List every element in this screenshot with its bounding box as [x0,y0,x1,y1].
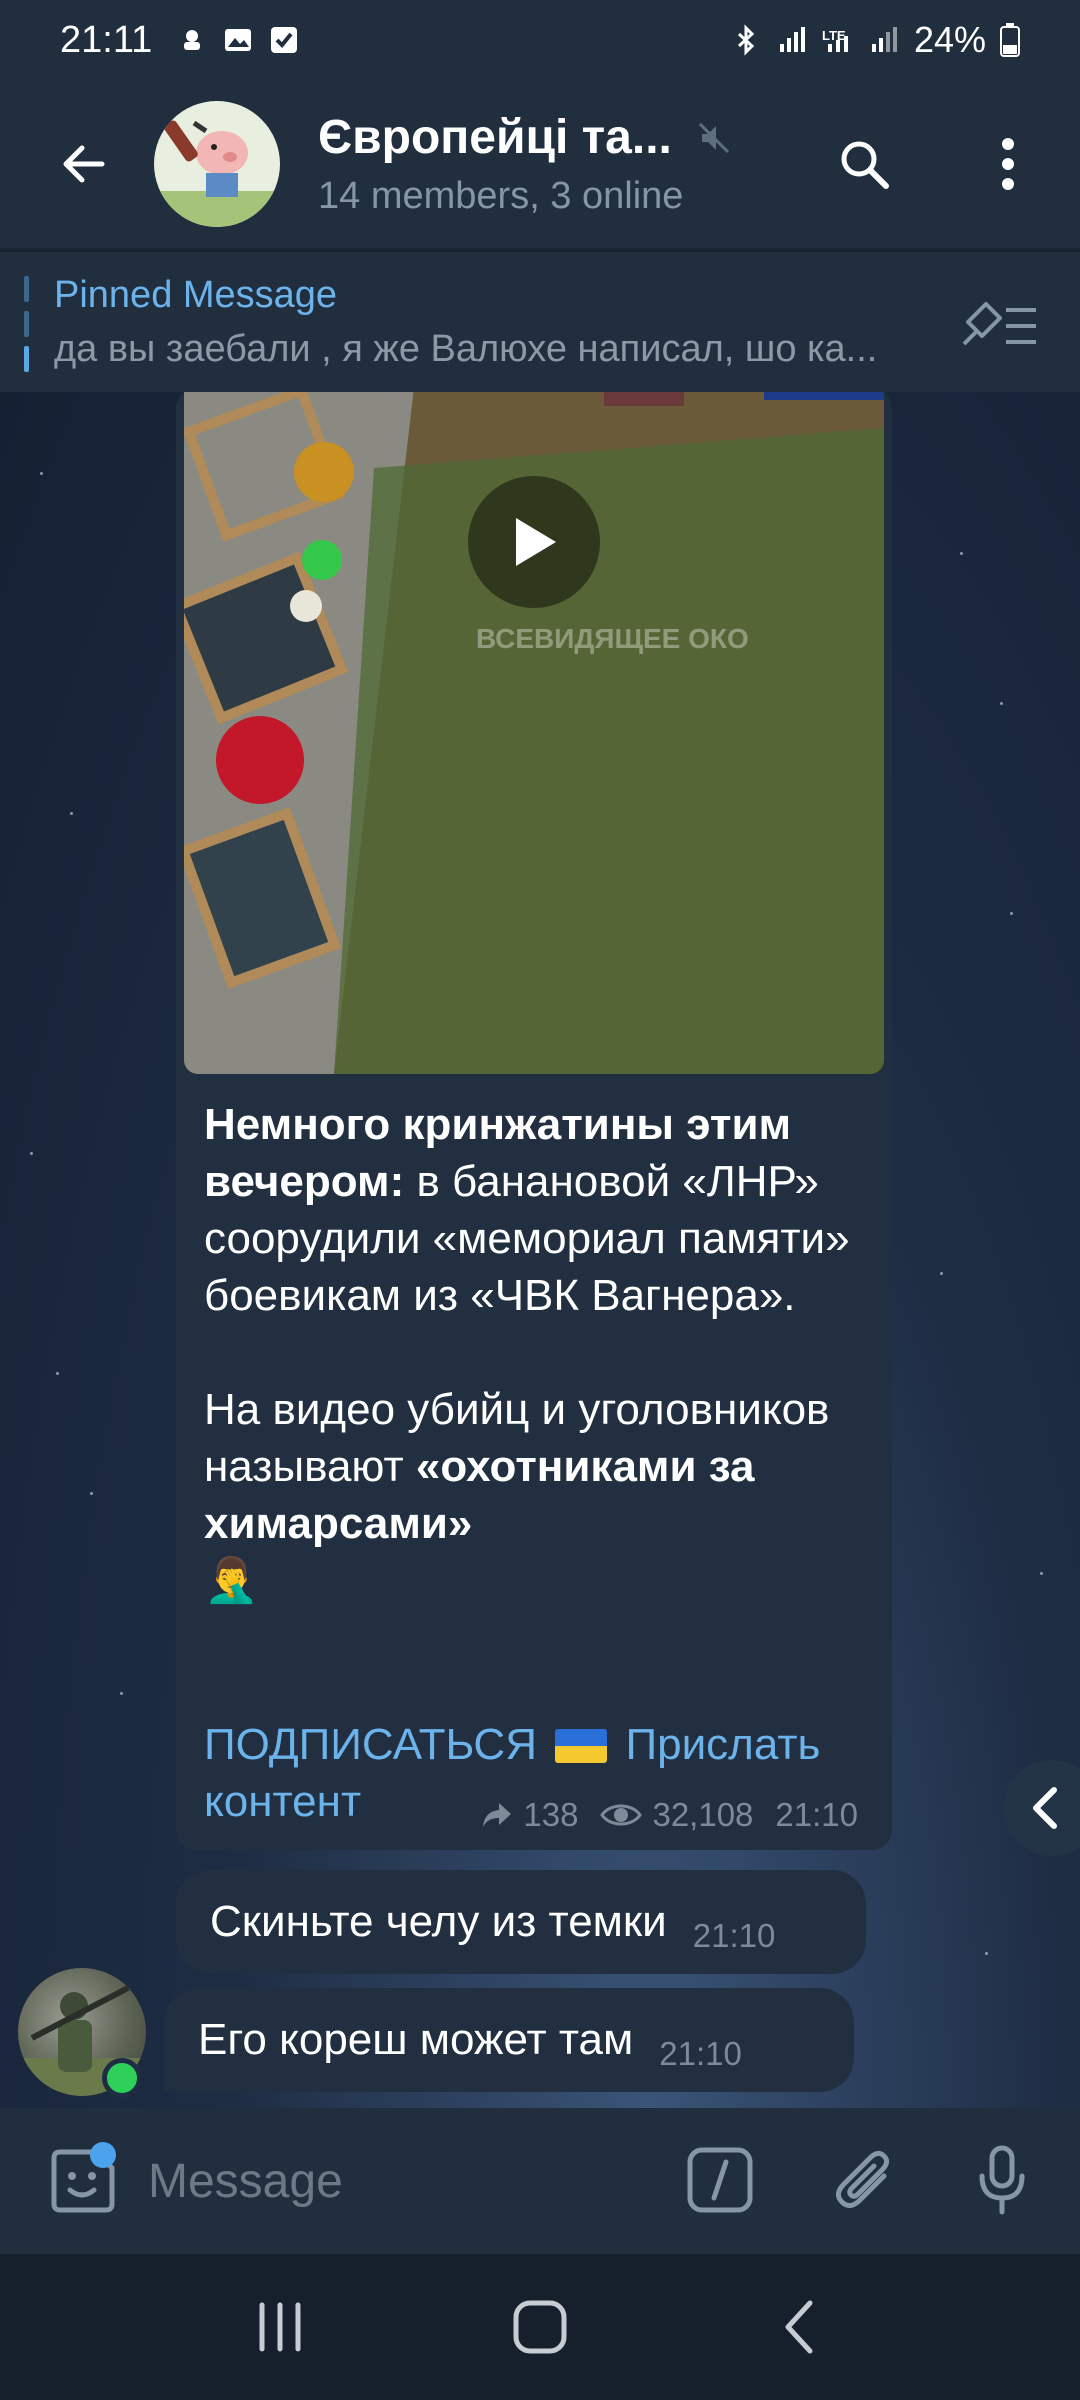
post-text: Немного кринжатины этим вечером: в банан… [204,1096,874,1609]
post-meta: 138 32,108 21:10 [481,1796,858,1834]
system-navigation-bar [0,2254,1080,2400]
svg-text:LTE: LTE [822,28,846,43]
microphone-icon [979,2145,1025,2215]
facepalm-emoji: 🤦‍♂️ [204,1556,259,1605]
chevron-left-icon [785,2300,813,2354]
system-indicators: LTE 24% [730,19,1020,61]
message-input-bar [0,2108,1080,2254]
voice-message-button[interactable] [962,2140,1042,2220]
scroll-side-button[interactable] [1004,1760,1080,1856]
chat-header: Європейці та... 14 members, 3 online [0,80,1080,248]
chat-subtitle: 14 members, 3 online [318,175,684,217]
message-time: 21:10 [692,1917,776,1954]
checkbox-icon [271,27,298,53]
status-bar: 21:11 LTE 24% [0,0,1080,80]
post-time: 21:10 [775,1796,858,1833]
back-arrow-icon [63,145,105,183]
subscribe-link[interactable]: ПОДПИСАТЬСЯ [204,1720,537,1769]
bluetooth-icon [737,24,755,56]
video-preview[interactable]: ВСЕВИДЯЩЕЕ ОКО [184,392,884,1074]
play-icon [516,518,556,566]
message-bubble[interactable]: Его кореш может там 21:10 [164,1988,854,2092]
home-button[interactable] [490,2277,590,2377]
status-time: 21:11 [60,18,153,61]
online-indicator [102,2058,142,2098]
recent-apps-icon [259,2302,301,2352]
signal-icon [871,27,897,52]
pinned-list-icon[interactable] [960,292,1040,356]
view-count: 32,108 [652,1796,754,1833]
pinned-message-bar[interactable]: Pinned Message да вы заебали , я же Валю… [0,250,1080,392]
pinned-label: Pinned Message [54,274,338,316]
views-icon [600,1804,643,1826]
lte-icon: LTE [822,28,848,52]
more-vertical-icon [1002,138,1014,190]
attach-button[interactable] [824,2140,904,2220]
message-text: Его кореш может там [198,2015,634,2064]
app-notification-icon [184,30,201,50]
bot-commands-button[interactable] [680,2140,760,2220]
pinned-indicator [24,276,29,372]
search-icon [841,141,889,189]
forward-count: 138 [523,1796,579,1833]
muted-icon [698,122,729,153]
chat-title-block[interactable]: Європейці та... 14 members, 3 online [318,110,732,218]
message-text: Скиньте челу из темки [210,1897,667,1946]
play-button[interactable] [468,476,600,608]
pig-character-icon [154,120,280,227]
search-button[interactable] [820,120,908,208]
video-watermark: ВСЕВИДЯЩЕЕ ОКО [476,623,749,654]
pinned-text: да вы заебали , я же Валюхе написал, шо … [54,328,878,370]
ukraine-flag-icon [555,1729,608,1763]
forward-icon [483,1803,512,1827]
chat-title: Європейці та... [318,111,672,164]
notification-icons [176,24,300,56]
battery-icon [1000,23,1020,57]
system-back-button[interactable] [750,2277,850,2377]
gallery-icon [225,29,252,51]
group-avatar[interactable] [154,101,280,227]
message-time: 21:10 [659,2035,742,2072]
recent-apps-button[interactable] [230,2277,330,2377]
battery-level: 24% [913,19,986,60]
message-input[interactable] [148,2146,648,2216]
home-icon [513,2300,567,2354]
signal-icon [779,27,805,52]
back-button[interactable] [42,122,126,206]
more-options-button[interactable] [964,120,1052,208]
paperclip-icon [836,2150,890,2208]
notification-dot [90,2142,116,2168]
chat-messages-area[interactable]: ВСЕВИДЯЩЕЕ ОКО Немного кринжатины этим в… [0,392,1080,2108]
forwarded-post-bubble[interactable]: ВСЕВИДЯЩЕЕ ОКО Немного кринжатины этим в… [176,392,892,1850]
message-bubble[interactable]: Скиньте челу из темки 21:10 [176,1870,866,1974]
slash-command-icon [687,2147,753,2213]
chevron-left-icon [1033,1787,1057,1829]
